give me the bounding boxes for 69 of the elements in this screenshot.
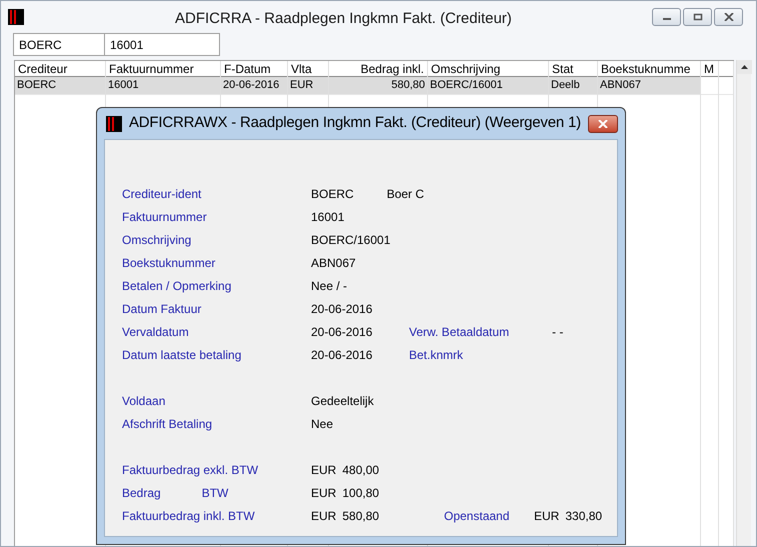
field-value: EUR <box>534 508 560 524</box>
maximize-icon <box>692 12 702 20</box>
field-label: Faktuurbedrag exkl. BTW <box>122 462 258 478</box>
app-icon <box>8 8 24 24</box>
field-value: EUR <box>311 508 336 524</box>
field-value: Nee / - <box>311 278 348 294</box>
close-button[interactable] <box>714 8 743 26</box>
dialog-title: ADFICRRAWX - Raadplegen Ingkmn Fakt. (Crediteur) (Weergeven 1) <box>129 113 581 134</box>
filter-field[interactable]: BOERC <box>13 33 105 56</box>
minimize-button[interactable] <box>652 8 681 26</box>
field-label: Bedrag <box>122 484 161 502</box>
field-value: Boer C <box>386 186 424 202</box>
field-label: Faktuurnummer <box>122 208 207 226</box>
field-label: Afschrift Betaling <box>122 416 212 432</box>
field-value: 330,80 <box>565 508 602 524</box>
table-cell-text: 580,80 <box>391 78 425 94</box>
column-header[interactable]: Faktuurnummer <box>109 60 194 78</box>
scroll-up-icon <box>737 60 752 74</box>
column-header[interactable]: Vlta <box>291 60 312 78</box>
column-header[interactable]: M <box>704 60 714 78</box>
column-header[interactable]: Crediteur <box>18 60 68 78</box>
field-value: 20-06-2016 <box>311 300 372 318</box>
field-label: BTW <box>202 484 228 502</box>
field-value: BOERC <box>311 186 354 202</box>
table-cell-text: BOERC <box>17 78 56 94</box>
table-cell-text: 20-06-2016 <box>223 78 280 94</box>
field-value: 580,80 <box>342 508 380 524</box>
field-value: 100,80 <box>342 484 380 502</box>
field-label: Openstaand <box>444 508 510 524</box>
field-value: Nee <box>311 416 334 432</box>
field-value: 20-06-2016 <box>311 324 372 340</box>
field-label: Voldaan <box>122 392 166 410</box>
field-label: Datum Faktuur <box>122 300 202 318</box>
close-button[interactable] <box>588 114 618 132</box>
column-header[interactable]: Boekstuknumme <box>601 60 690 78</box>
field-value: BOERC/16001 <box>311 232 390 248</box>
table-cell-text: BOERC/16001 <box>430 78 503 94</box>
filter-field[interactable]: 16001 <box>105 33 220 56</box>
field-value: ABN067 <box>311 254 356 272</box>
app-icon <box>106 116 122 132</box>
field-label: Boekstuknummer <box>122 254 216 272</box>
field-value: EUR <box>311 462 336 478</box>
column-header[interactable]: F-Datum <box>224 60 271 78</box>
table-cell-text: Deelb <box>551 78 580 94</box>
field-label: Datum laatste betaling <box>122 346 242 364</box>
field-label: Verw. Betaaldatum <box>409 324 510 340</box>
field-value: 480,00 <box>342 462 380 478</box>
field-label: Omschrijving <box>122 232 192 248</box>
field-label: Betalen / Opmerking <box>122 278 232 294</box>
field-value: EUR <box>311 484 336 502</box>
field-label: Bet.knmrk <box>409 346 464 364</box>
field-value: 16001 <box>311 208 344 226</box>
field-label: Vervaldatum <box>122 324 189 340</box>
column-header[interactable]: Stat <box>552 60 574 78</box>
table-cell-text: 16001 <box>108 78 139 94</box>
column-header[interactable]: Bedrag inkl. <box>360 60 424 78</box>
field-label: Crediteur-ident <box>122 186 202 202</box>
field-value: - - <box>552 324 564 340</box>
table-cell-text: ABN067 <box>600 78 641 94</box>
field-value: 20-06-2016 <box>311 346 372 364</box>
window-title: ADFICRRA - Raadplegen Ingkmn Fakt. (Crediteur) <box>175 9 512 29</box>
maximize-button[interactable] <box>683 8 712 26</box>
table-cell-text: EUR <box>290 78 314 94</box>
field-value: Gedeeltelijk <box>311 392 374 410</box>
column-header[interactable]: Omschrijving <box>431 60 500 78</box>
field-label: Faktuurbedrag inkl. BTW <box>122 508 255 524</box>
scrollbar[interactable] <box>736 60 751 546</box>
close-icon <box>598 120 608 128</box>
close-icon <box>724 12 734 20</box>
